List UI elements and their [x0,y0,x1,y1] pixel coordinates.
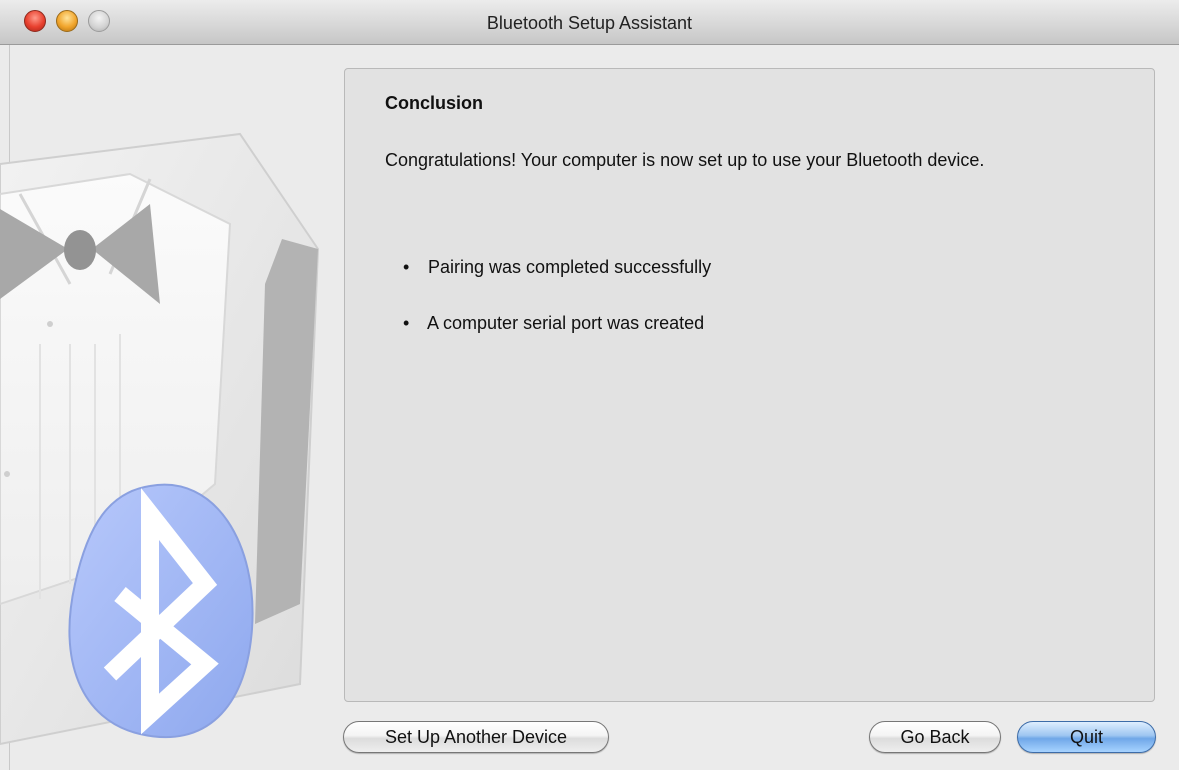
result-pairing-text: Pairing was completed successfully [428,257,712,277]
bullet: • [403,313,410,333]
go-back-button[interactable]: Go Back [869,721,1001,753]
conclusion-heading: Conclusion [385,93,483,113]
conclusion-panel: Conclusion Congratulations! Your compute… [344,68,1155,702]
bullet: • [403,257,410,277]
set-up-another-device-button[interactable]: Set Up Another Device [343,721,609,753]
quit-button[interactable]: Quit [1017,721,1156,753]
results-list: • Pairing was completed successfully • A… [403,257,711,369]
assistant-illustration [0,132,320,746]
bluetooth-setup-window: Bluetooth Setup Assistant Conclusion Con… [0,0,1179,770]
conclusion-message: Congratulations! Your computer is now se… [385,150,985,170]
result-serial-port: • A computer serial port was created [403,313,711,369]
result-pairing: • Pairing was completed successfully [403,257,711,313]
title-bar[interactable]: Bluetooth Setup Assistant [0,0,1179,45]
result-serial-port-text: A computer serial port was created [427,313,705,333]
bluetooth-icon [68,483,254,739]
window-title: Bluetooth Setup Assistant [486,13,693,33]
